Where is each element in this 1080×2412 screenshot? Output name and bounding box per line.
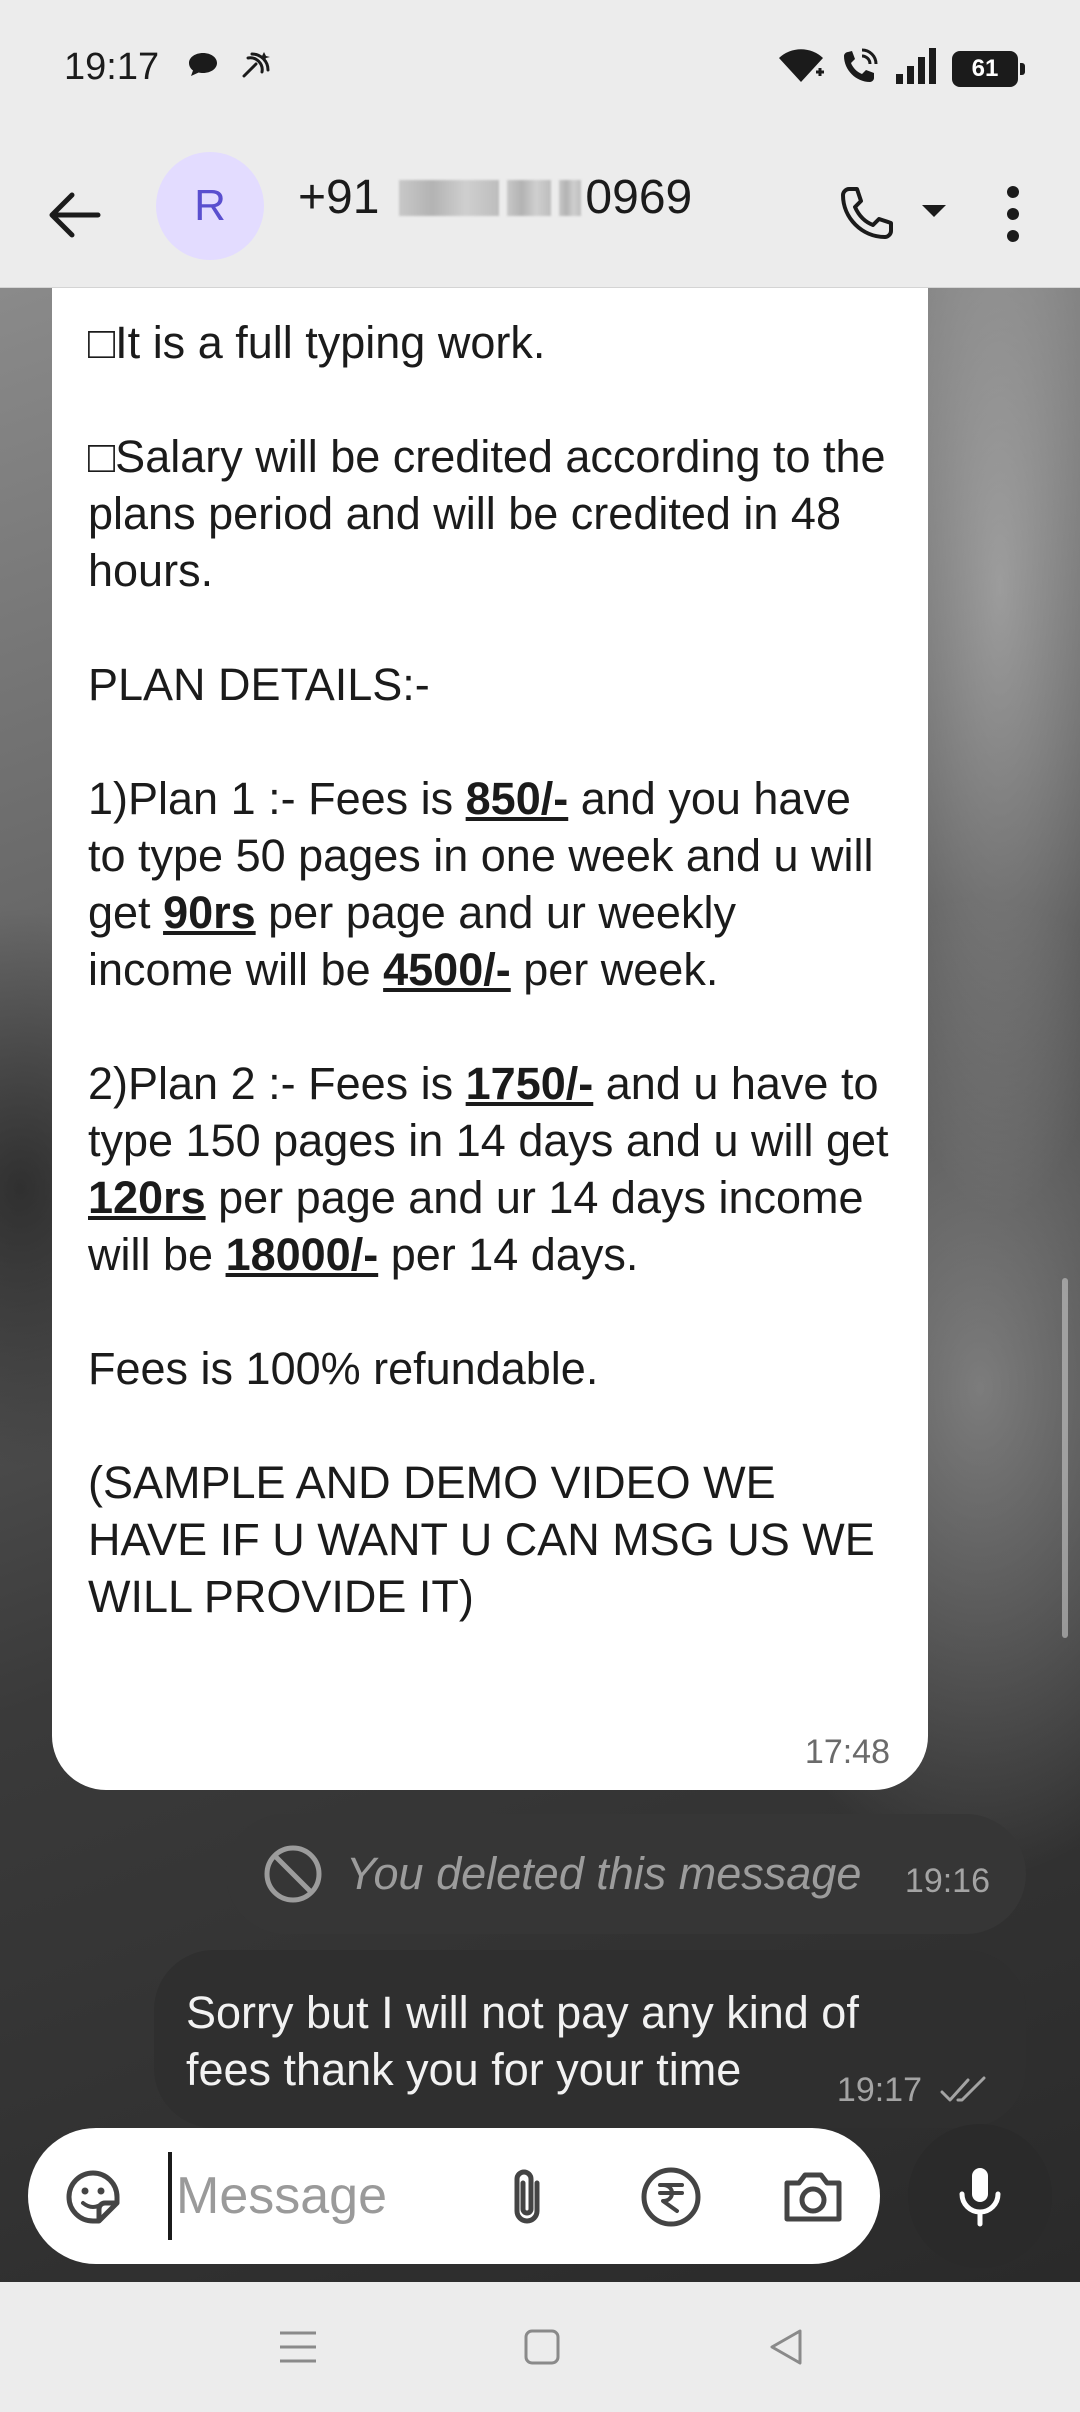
contact-avatar[interactable]: R bbox=[156, 152, 264, 260]
payment-button[interactable] bbox=[636, 2162, 706, 2232]
outgoing-message-text: Sorry but I will not pay any kind of fee… bbox=[186, 1987, 859, 2095]
message-timestamp: 19:16 bbox=[904, 1862, 990, 1900]
double-check-icon bbox=[940, 2076, 986, 2102]
incoming-message-text: □It is a full typing work. □Salary will … bbox=[88, 314, 892, 1625]
plan-1-income-link[interactable]: 4500/- bbox=[383, 944, 511, 995]
caret-down-icon bbox=[922, 205, 946, 217]
call-options-dropdown[interactable] bbox=[912, 186, 956, 236]
contact-number[interactable]: +91 0969 bbox=[298, 170, 692, 225]
recent-apps-button[interactable] bbox=[258, 2312, 338, 2382]
wifi-icon bbox=[776, 46, 826, 91]
more-options-button[interactable] bbox=[988, 174, 1038, 254]
message-paragraph: □Salary will be credited according to th… bbox=[88, 431, 899, 596]
redacted-digits bbox=[399, 179, 500, 216]
wifi-calling-icon bbox=[840, 46, 880, 91]
redacted-digits bbox=[507, 179, 552, 216]
plan-text: per 14 days. bbox=[378, 1229, 639, 1280]
message-paragraph: □It is a full typing work. bbox=[88, 317, 546, 368]
chat-notification-icon bbox=[186, 50, 220, 85]
paperclip-icon bbox=[514, 2169, 540, 2224]
call-button[interactable] bbox=[822, 168, 912, 258]
status-bar: 19:17 61 bbox=[0, 0, 1080, 140]
signal-scan-icon bbox=[238, 50, 272, 85]
message-timestamp: 17:48 bbox=[804, 1733, 890, 1771]
cellular-signal-icon bbox=[894, 46, 938, 91]
voice-record-button[interactable] bbox=[908, 2124, 1052, 2268]
message-input[interactable] bbox=[168, 2152, 468, 2240]
plan-text: 2)Plan 2 :- Fees is bbox=[88, 1058, 466, 1109]
plan-1-fee-link[interactable]: 850/- bbox=[466, 773, 569, 824]
contact-number-prefix: +91 bbox=[298, 171, 380, 224]
scroll-indicator[interactable] bbox=[1062, 1278, 1068, 1638]
back-button[interactable] bbox=[40, 180, 110, 250]
plan-2-rate-link[interactable]: 120rs bbox=[88, 1172, 206, 1223]
home-button[interactable] bbox=[502, 2312, 582, 2382]
message-composer bbox=[28, 2128, 880, 2264]
incoming-message-bubble[interactable]: □It is a full typing work. □Salary will … bbox=[52, 288, 928, 1790]
contact-number-suffix: 0969 bbox=[585, 171, 693, 224]
back-arrow-icon bbox=[49, 192, 101, 238]
message-timestamp: 19:17 bbox=[836, 2071, 922, 2109]
conversation-app-bar: R +91 0969 bbox=[0, 140, 1080, 288]
deleted-message-text: You deleted this message bbox=[346, 1848, 862, 1899]
system-navigation-bar bbox=[0, 2282, 1080, 2412]
more-vertical-icon bbox=[1007, 186, 1019, 242]
plan-2-income-link[interactable]: 18000/- bbox=[226, 1229, 379, 1280]
back-triangle-icon bbox=[770, 2329, 802, 2365]
menu-icon bbox=[280, 2331, 316, 2363]
redacted-digits bbox=[559, 179, 582, 216]
status-left-icons bbox=[186, 50, 272, 85]
battery-icon: 61 bbox=[952, 50, 1025, 87]
plan-1-text: 1)Plan 1 :- Fees is 850/- and you have t… bbox=[88, 773, 886, 995]
deleted-message-bubble[interactable]: You deleted this message 19:16 bbox=[226, 1814, 1026, 1934]
plan-2-text: 2)Plan 2 :- Fees is 1750/- and u have to… bbox=[88, 1058, 901, 1280]
message-paragraph: (SAMPLE AND DEMO VIDEO WE HAVE IF U WANT… bbox=[88, 1457, 888, 1622]
status-right-icons: 61 bbox=[776, 46, 1025, 91]
plan-1-rate-link[interactable]: 90rs bbox=[163, 887, 256, 938]
prohibited-icon bbox=[264, 1845, 322, 1903]
camera-icon bbox=[784, 2172, 842, 2222]
outgoing-message-bubble[interactable]: Sorry but I will not pay any kind of fee… bbox=[154, 1950, 1026, 2128]
sticker-icon bbox=[66, 2170, 120, 2224]
plan-text: 1)Plan 1 :- Fees is bbox=[88, 773, 466, 824]
camera-button[interactable] bbox=[778, 2162, 848, 2232]
phone-icon bbox=[841, 187, 893, 239]
chat-area[interactable]: □It is a full typing work. □Salary will … bbox=[0, 288, 1080, 2282]
status-time: 19:17 bbox=[64, 46, 160, 88]
back-nav-button[interactable] bbox=[746, 2312, 826, 2382]
home-icon bbox=[524, 2329, 560, 2365]
plan-2-fee-link[interactable]: 1750/- bbox=[466, 1058, 594, 1109]
plan-text: per week. bbox=[510, 944, 719, 995]
sticker-button[interactable] bbox=[58, 2162, 128, 2232]
microphone-icon bbox=[959, 2168, 1001, 2227]
attach-button[interactable] bbox=[492, 2162, 562, 2232]
message-paragraph: Fees is 100% refundable. bbox=[88, 1343, 599, 1394]
rupee-icon bbox=[641, 2167, 701, 2227]
message-paragraph: PLAN DETAILS:- bbox=[88, 659, 430, 710]
